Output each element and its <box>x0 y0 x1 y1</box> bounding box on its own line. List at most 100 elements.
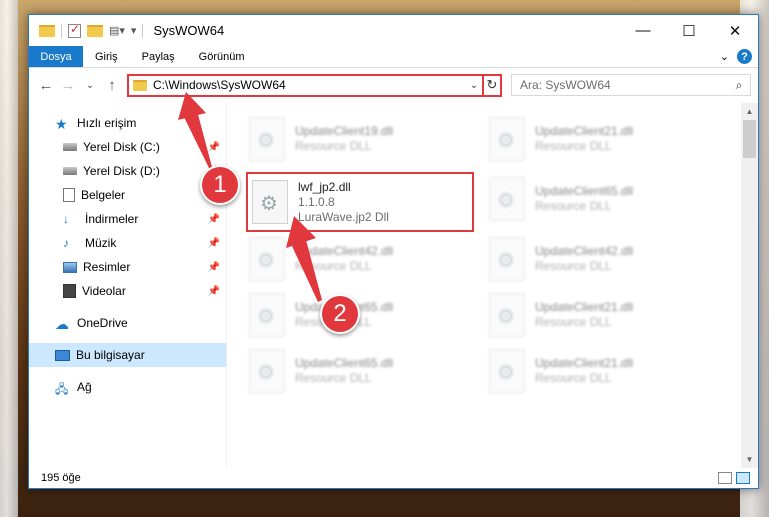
file-description: Resource DLL <box>535 315 612 329</box>
navigation-pane: ★ Hızlı erişim Yerel Disk (C:) 📌 Yerel D… <box>29 103 226 468</box>
ribbon-right: ⌄ ? <box>720 46 758 67</box>
sidebar-item-videos[interactable]: Videolar 📌 <box>29 279 226 303</box>
up-button[interactable]: ↑ <box>101 77 123 94</box>
sidebar-item-drive-d[interactable]: Yerel Disk (D:) 📌 <box>29 159 226 183</box>
tab-file[interactable]: Dosya <box>29 46 83 67</box>
minimize-button[interactable]: — <box>620 15 666 46</box>
details-view-icon[interactable] <box>718 472 732 484</box>
help-icon[interactable]: ? <box>737 49 752 64</box>
file-item[interactable]: UpdateClient21.dllResource DLL <box>489 343 714 399</box>
file-item[interactable]: UpdateClient65.dllResource DLL <box>249 287 474 343</box>
sidebar-item-network[interactable]: 🖧 Ağ <box>29 375 226 399</box>
main-area: ★ Hızlı erişim Yerel Disk (C:) 📌 Yerel D… <box>29 103 758 468</box>
search-input[interactable]: Ara: SysWOW64 ⌕ <box>511 74 751 96</box>
file-description: Resource DLL <box>295 259 372 273</box>
sidebar-item-music[interactable]: ♪ Müzik 📌 <box>29 231 226 255</box>
view-toggle <box>718 472 758 484</box>
toolbar-dropdown-icon[interactable]: ▾ <box>131 24 137 37</box>
status-bar: 195 öğe <box>29 468 758 488</box>
sidebar-item-quick-access[interactable]: ★ Hızlı erişim <box>29 111 226 135</box>
scroll-down-icon[interactable]: ▼ <box>741 451 758 468</box>
pictures-icon <box>63 261 77 273</box>
address-toolbar: ← → ⌄ ↑ C:\Windows\SysWOW64 ⌄ ↻ Ara: Sys… <box>29 68 758 102</box>
drive-icon <box>63 143 77 151</box>
pin-icon[interactable]: 📌 <box>208 238 220 249</box>
address-dropdown-icon[interactable]: ⌄ <box>466 80 482 91</box>
pin-icon[interactable]: 📌 <box>208 214 220 225</box>
downloads-icon: ↓ <box>63 212 69 226</box>
dll-file-icon <box>489 237 525 281</box>
pin-icon[interactable]: 📌 <box>208 262 220 273</box>
customize-toolbar-icon[interactable]: ▤▾ <box>109 24 125 37</box>
folder-icon <box>39 24 55 37</box>
tab-share[interactable]: Paylaş <box>130 46 187 67</box>
file-item[interactable]: UpdateClient42.dllResource DLL <box>489 231 714 287</box>
dll-file-icon <box>489 177 525 221</box>
vertical-scrollbar[interactable]: ▲ ▼ <box>741 103 758 468</box>
sidebar-item-label: Resimler <box>83 260 131 274</box>
folder-icon <box>133 79 147 91</box>
close-button[interactable]: ✕ <box>712 15 758 46</box>
music-icon: ♪ <box>63 236 69 250</box>
file-item[interactable]: UpdateClient65.dllResource DLL <box>249 343 474 399</box>
network-icon: 🖧 <box>55 382 69 396</box>
drive-icon <box>63 167 77 175</box>
tiles-view-icon[interactable] <box>736 472 750 484</box>
file-item[interactable]: UpdateClient65.dllResource DLL <box>489 171 714 227</box>
sidebar-item-downloads[interactable]: ↓ İndirmeler 📌 <box>29 207 226 231</box>
explorer-window: ▤▾ ▾ SysWOW64 — ☐ ✕ Dosya Giriş Paylaş G… <box>28 14 759 489</box>
pin-icon[interactable]: 📌 <box>208 286 220 297</box>
back-button[interactable]: ← <box>35 77 57 94</box>
new-folder-icon[interactable] <box>87 24 103 37</box>
sidebar-item-label: Hızlı erişim <box>77 116 137 130</box>
recent-locations-icon[interactable]: ⌄ <box>79 80 101 91</box>
file-item[interactable]: UpdateClient21.dllResource DLL <box>489 111 714 167</box>
dll-file-icon <box>489 293 525 337</box>
forward-button[interactable]: → <box>57 77 79 94</box>
refresh-button[interactable]: ↻ <box>482 73 502 97</box>
sidebar-item-pictures[interactable]: Resimler 📌 <box>29 255 226 279</box>
expand-ribbon-icon[interactable]: ⌄ <box>720 50 729 63</box>
search-icon[interactable]: ⌕ <box>728 78 750 93</box>
search-placeholder: Ara: SysWOW64 <box>520 78 611 92</box>
address-field[interactable]: C:\Windows\SysWOW64 ⌄ <box>127 73 484 97</box>
file-item[interactable]: UpdateClient19.dllResource DLL <box>249 111 474 167</box>
dll-file-icon <box>252 180 288 224</box>
computer-icon <box>55 349 70 361</box>
file-name: lwf_jp2.dll <box>298 179 351 194</box>
address-path[interactable]: C:\Windows\SysWOW64 <box>153 78 286 92</box>
step-badge-1: 1 <box>200 165 240 205</box>
scroll-up-icon[interactable]: ▲ <box>741 103 758 120</box>
file-item[interactable]: UpdateClient21.dllResource DLL <box>489 287 714 343</box>
tab-home[interactable]: Giriş <box>83 46 130 67</box>
file-description: Resource DLL <box>535 199 612 213</box>
sidebar-item-drive-c[interactable]: Yerel Disk (C:) 📌 <box>29 135 226 159</box>
pin-icon[interactable]: 📌 <box>208 142 220 153</box>
dll-file-icon <box>249 349 285 393</box>
sidebar-item-this-pc[interactable]: Bu bilgisayar <box>29 343 226 367</box>
file-name: UpdateClient21.dll <box>535 124 634 138</box>
dll-file-icon <box>249 237 285 281</box>
file-name: UpdateClient21.dll <box>535 300 634 314</box>
file-name: UpdateClient21.dll <box>535 356 634 370</box>
sidebar-item-label: Müzik <box>85 236 117 250</box>
dll-file-icon <box>249 293 285 337</box>
sidebar-item-label: Videolar <box>82 284 126 298</box>
file-version: 1.1.0.8 <box>298 194 335 209</box>
separator <box>142 23 144 38</box>
file-description: Resource DLL <box>535 371 612 385</box>
sidebar-item-label: Yerel Disk (D:) <box>83 164 160 178</box>
sidebar-item-onedrive[interactable]: ☁ OneDrive <box>29 311 226 335</box>
sidebar-item-label: Yerel Disk (C:) <box>83 140 160 154</box>
file-name: UpdateClient65.dll <box>295 356 394 370</box>
properties-check-icon[interactable] <box>68 22 81 38</box>
file-description: Resource DLL <box>535 259 612 273</box>
videos-icon <box>63 284 76 298</box>
documents-icon <box>63 188 75 202</box>
scroll-thumb[interactable] <box>743 120 756 158</box>
file-item-lwf-jp2[interactable]: lwf_jp2.dll 1.1.0.8 LuraWave.jp2 Dll <box>246 172 474 232</box>
maximize-button[interactable]: ☐ <box>666 15 712 46</box>
tab-view[interactable]: Görünüm <box>187 46 257 67</box>
sidebar-item-documents[interactable]: Belgeler 📌 <box>29 183 226 207</box>
file-item[interactable]: UpdateClient42.dllResource DLL <box>249 231 474 287</box>
